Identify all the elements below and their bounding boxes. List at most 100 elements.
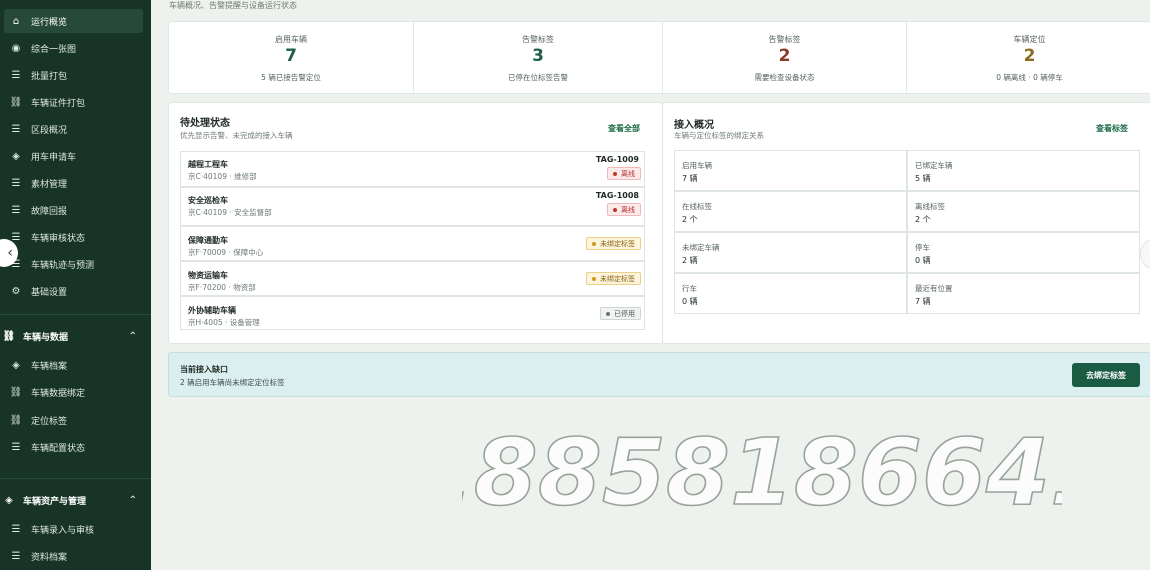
chevron-up-icon: ⌃ — [128, 494, 137, 506]
sidebar-group-header[interactable]: ⛓ 车辆与数据 ⌃ — [0, 323, 151, 349]
stat-alarm-tags: 告警标签 2 需要检查设备状态 — [663, 22, 907, 93]
stats-card: 启用车辆 7 5 辆已接告警定位 告警标签 3 已停在位标签告警 告警标签 2 … — [168, 21, 1150, 94]
pending-row[interactable]: 外协辅助车辆 京H·4005 · 设备管理 已停用 — [180, 296, 645, 330]
vehicle-name: 物资运输车 — [188, 271, 228, 280]
access-cell: 停车 0 辆 — [907, 232, 1140, 273]
access-cell-value: 5 辆 — [915, 174, 931, 183]
sidebar-divider — [0, 314, 151, 315]
stat-enabled-vehicles: 启用车辆 7 5 辆已接告警定位 — [169, 22, 414, 93]
bind-tag-button[interactable]: 去绑定标签 — [1072, 363, 1140, 387]
sidebar-item-label: 用车申请车 — [31, 152, 77, 163]
status-badge: 已停用 — [600, 307, 641, 320]
sidebar-item[interactable]: ☰ 批量打包 — [4, 63, 143, 87]
sidebar-item[interactable]: ☰ 车辆录入与审核 — [4, 517, 143, 541]
vehicle-name: 保障通勤车 — [188, 236, 228, 245]
sidebar: ⌂ 运行概览 ◉ 综合一张图 ☰ 批量打包 ⛓ 车辆证件打包 ☰ 区段概况 ◈ 用车申请车 ☰ 素材管理 ☰… — [0, 0, 151, 570]
link-icon: ⛓ — [9, 96, 23, 108]
sidebar-item[interactable]: ◈ 车辆档案 — [4, 353, 143, 377]
sidebar-item[interactable]: ⛓ 车辆证件打包 — [4, 90, 143, 114]
status-badge: 未绑定标签 — [586, 237, 641, 250]
access-cell-label: 最近有位置 — [915, 284, 953, 293]
link-icon: ⛓ — [9, 387, 23, 398]
chevron-left-icon: ‹ — [7, 245, 13, 261]
stat-value: 2 — [778, 46, 791, 66]
status-badge: 未绑定标签 — [586, 272, 641, 285]
stat-value: 7 — [285, 46, 297, 66]
sidebar-item-label: 运行概览 — [31, 17, 68, 28]
sidebar-item[interactable]: ◈ 用车申请车 — [4, 144, 143, 168]
access-cell-label: 未绑定车辆 — [682, 243, 720, 252]
access-cell-label: 行车 — [682, 284, 697, 293]
sidebar-item-label: 车辆轨迹与预测 — [31, 260, 95, 271]
access-cell: 在线标签 2 个 — [674, 191, 907, 232]
stat-title: 启用车辆 — [275, 35, 307, 44]
access-grid: 启用车辆 7 辆 已绑定车辆 5 辆在线标签 2 个 离线标签 2 个未绑定车辆 2 辆 停车 0… — [674, 150, 1140, 316]
status-badge: 离线 — [607, 167, 641, 180]
access-cell: 启用车辆 7 辆 — [674, 150, 907, 191]
link-icon: ⛓ — [2, 330, 16, 342]
sidebar-item[interactable]: ☰ 车辆轨迹与预测 — [4, 252, 143, 276]
sidebar-item[interactable]: ☰ 素材管理 — [4, 171, 143, 195]
phone-watermark: 18858186641 — [462, 418, 1062, 518]
pending-title: 待处理状态 — [180, 118, 230, 129]
sidebar-group-label: 车辆与数据 — [23, 332, 69, 343]
pending-row[interactable]: 越程工程车 京C·40109 · 维修部 TAG-1009 离线 — [180, 151, 645, 187]
vehicle-meta: 京F·70009 · 保障中心 — [188, 248, 264, 257]
access-subtitle: 车辆与定位标签的绑定关系 — [674, 131, 764, 140]
sidebar-item[interactable]: ☰ 故障回报 — [4, 198, 143, 222]
sidebar-item[interactable]: ◉ 综合一张图 — [4, 36, 143, 60]
sidebar-item[interactable]: ☰ 区段概况 — [4, 117, 143, 141]
chevron-up-icon: ⌃ — [128, 330, 137, 342]
pending-row[interactable]: 安全巡检车 京C·40109 · 安全监督部 TAG-1008 离线 — [180, 187, 645, 226]
cube-icon: ◈ — [12, 150, 20, 162]
vehicle-name: 越程工程车 — [188, 160, 228, 169]
stat-sub: 已停在位标签告警 — [508, 73, 568, 82]
gear-icon: ⚙ — [11, 285, 21, 297]
list-icon: ☰ — [11, 69, 21, 81]
sidebar-item[interactable]: ⛓ 定位标签 — [4, 408, 143, 432]
access-cell-label: 离线标签 — [915, 202, 945, 211]
sidebar-item[interactable]: ☰ 车辆审核状态 — [4, 225, 143, 249]
sidebar-item-label: 故障回报 — [31, 206, 68, 217]
access-view-tags-link[interactable]: 查看标签 — [1096, 123, 1128, 134]
banner-subtitle: 2 辆启用车辆尚未绑定定位标签 — [180, 378, 285, 387]
sidebar-item-label: 车辆审核状态 — [31, 233, 86, 244]
sidebar-item-label: 车辆档案 — [31, 361, 68, 372]
sidebar-item-label: 区段概况 — [31, 125, 68, 136]
list-icon: ☰ — [11, 177, 21, 189]
status-dot-icon — [613, 171, 617, 176]
page-subtitle: 车辆概况、告警提醒与设备运行状态 — [169, 1, 297, 10]
sidebar-divider — [0, 478, 151, 479]
vehicle-meta: 京C·40109 · 安全监督部 — [188, 208, 272, 217]
stat-title: 车辆定位 — [1013, 35, 1046, 44]
pending-view-all-link[interactable]: 查看全部 — [608, 123, 640, 134]
access-cell-value: 2 个 — [682, 215, 698, 224]
tag-id: TAG-1008 — [595, 191, 639, 200]
list-icon: ☰ — [11, 523, 21, 535]
sidebar-item[interactable]: ⛓ 车辆数据绑定 — [4, 381, 143, 405]
sidebar-item-label: 素材管理 — [31, 179, 68, 190]
sidebar-item-label: 车辆配置状态 — [31, 444, 86, 454]
stat-alert-tags: 告警标签 3 已停在位标签告警 — [414, 22, 663, 93]
access-cell: 离线标签 2 个 — [907, 191, 1140, 232]
stat-sub: 5 辆已接告警定位 — [261, 73, 321, 82]
sidebar-item[interactable]: ⌂ 运行概览 — [4, 9, 143, 33]
vehicle-name: 安全巡检车 — [188, 196, 228, 205]
sidebar-item[interactable]: ⚙ 基础设置 — [4, 279, 143, 303]
stat-sub: 需要检查设备状态 — [754, 73, 815, 82]
sidebar-item-label: 车辆录入与审核 — [31, 525, 95, 536]
link-icon: ⛓ — [9, 414, 23, 426]
cube-icon: ◈ — [12, 359, 20, 371]
stat-title: 告警标签 — [522, 35, 554, 44]
sidebar-group-header[interactable]: ◈ 车辆资产与管理 ⌃ — [0, 487, 151, 513]
tag-id: TAG-1009 — [595, 155, 639, 164]
access-cell-label: 在线标签 — [682, 202, 712, 211]
pending-row[interactable]: 物资运输车 京F·70200 · 物资部 未绑定标签 — [180, 261, 645, 296]
sidebar-item[interactable]: ☰ 资料档案 — [4, 545, 143, 569]
stat-title: 告警标签 — [768, 35, 801, 44]
pending-row[interactable]: 保障通勤车京F·70009 · 保障中心 未绑定标签 — [180, 226, 645, 261]
access-cell-value: 2 辆 — [682, 256, 698, 265]
vehicle-name: 外协辅助车辆 — [188, 306, 236, 315]
sidebar-item-label: 车辆证件打包 — [31, 98, 86, 109]
sidebar-item[interactable]: ☰ 车辆配置状态 — [4, 436, 143, 460]
